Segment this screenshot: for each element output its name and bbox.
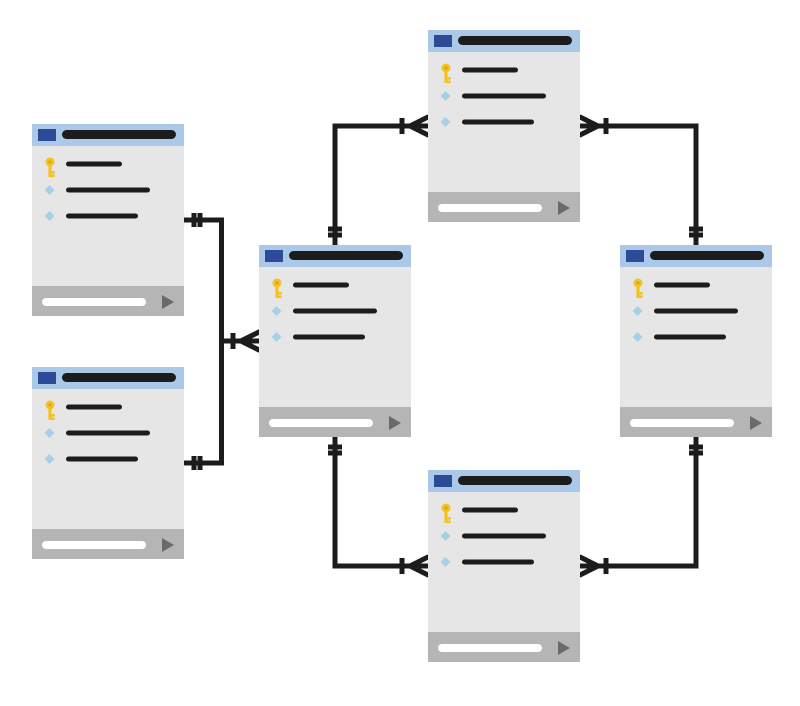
entity-table-t5[interactable] — [428, 470, 580, 662]
entity-table-t1[interactable] — [32, 124, 184, 316]
attribute-line — [654, 335, 726, 340]
attribute-line — [293, 335, 365, 340]
attribute-line — [293, 283, 349, 288]
attribute-line — [462, 94, 546, 99]
attribute-line — [654, 283, 710, 288]
attribute-line — [462, 560, 534, 565]
attribute-line — [462, 534, 546, 539]
attribute-line — [462, 120, 534, 125]
relationship-r2 — [184, 332, 259, 470]
attribute-line — [66, 405, 122, 410]
attribute-line — [462, 68, 518, 73]
entity-table-t6[interactable] — [620, 245, 772, 437]
attribute-line — [66, 214, 138, 219]
entity-table-t3[interactable] — [259, 245, 411, 437]
attribute-line — [462, 508, 518, 513]
attribute-line — [654, 309, 738, 314]
relationship-r3 — [328, 117, 428, 245]
attribute-line — [66, 457, 138, 462]
er-diagram — [0, 0, 800, 706]
attribute-line — [66, 431, 150, 436]
entity-table-t2[interactable] — [32, 367, 184, 559]
relationship-r6 — [580, 437, 703, 575]
relationship-r1 — [184, 213, 259, 350]
relationship-r5 — [580, 117, 703, 245]
entity-table-t4[interactable] — [428, 30, 580, 222]
attribute-line — [66, 188, 150, 193]
attribute-line — [293, 309, 377, 314]
attribute-line — [66, 162, 122, 167]
relationship-r4 — [328, 437, 428, 575]
